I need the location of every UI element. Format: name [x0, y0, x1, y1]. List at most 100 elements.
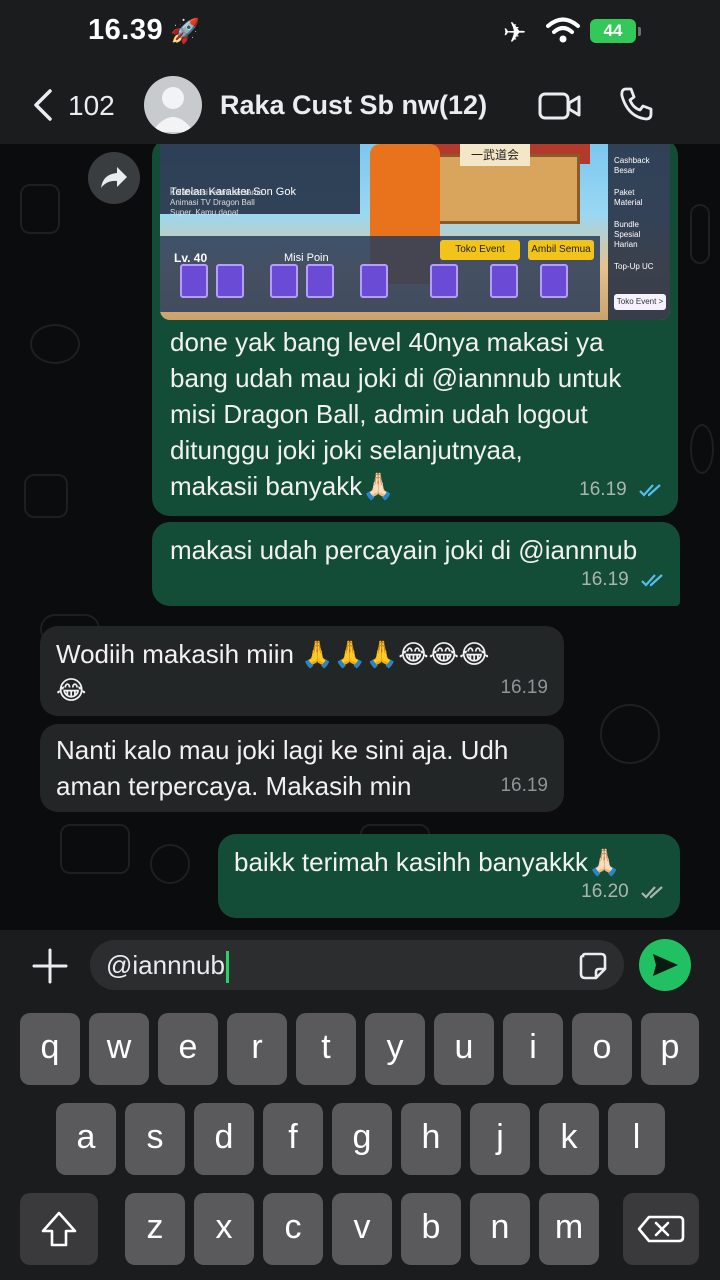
- video-call-icon[interactable]: [538, 91, 582, 121]
- game-toko-link: Toko Event >: [614, 294, 666, 310]
- wallpaper-doodle: [150, 844, 190, 884]
- key-k[interactable]: k: [539, 1103, 599, 1175]
- key-f[interactable]: f: [263, 1103, 323, 1175]
- message-line: makasii banyakk🙏🏻: [170, 471, 395, 501]
- key-n[interactable]: n: [470, 1193, 530, 1265]
- keyboard: q w e r t y u i o p a s d f g h j k l z …: [0, 1000, 720, 1280]
- message-time: 16.19: [500, 775, 548, 796]
- chat-area[interactable]: 一武道会 Tetelan Karakter Son Gok Kolaborasi…: [0, 144, 720, 930]
- key-o[interactable]: o: [572, 1013, 632, 1085]
- wallpaper-doodle: [24, 474, 68, 518]
- shared-image[interactable]: 一武道会 Tetelan Karakter Son Gok Kolaborasi…: [160, 144, 670, 320]
- composer-bar: @iannnub: [0, 930, 720, 1000]
- key-g[interactable]: g: [332, 1103, 392, 1175]
- backspace-key[interactable]: [623, 1193, 699, 1265]
- game-reward-item: [360, 264, 388, 298]
- unread-count: 102: [68, 90, 115, 121]
- message-text: Wodiih makasih miin 🙏🙏🙏😂😂😂 😂: [56, 636, 489, 708]
- rocket-icon: 🚀: [170, 18, 200, 45]
- message-line: bang udah mau joki di @iannnub untuk: [170, 363, 622, 393]
- message-line: Nanti kalo mau joki lagi ke sini aja. Ud…: [56, 735, 509, 765]
- wifi-icon: [546, 17, 580, 43]
- chat-header: 102 Raka Cust Sb nw(12): [0, 64, 720, 144]
- text-caret: [225, 951, 229, 984]
- message-line: Wodiih makasih miin 🙏🙏🙏😂😂😂: [56, 639, 490, 669]
- message-meta: 16.19: [581, 562, 666, 598]
- send-button[interactable]: [639, 939, 691, 991]
- message-bubble-incoming[interactable]: Nanti kalo mau joki lagi ke sini aja. Ud…: [40, 724, 564, 812]
- key-p[interactable]: p: [641, 1013, 699, 1085]
- message-input-value: @iannnub: [106, 950, 225, 980]
- key-j[interactable]: j: [470, 1103, 530, 1175]
- back-button[interactable]: 102: [30, 86, 140, 126]
- battery-tip: [638, 27, 641, 36]
- game-reward-item: [270, 264, 298, 298]
- message-text: done yak bang level 40nya makasi ya bang…: [170, 324, 621, 504]
- game-sign: 一武道会: [460, 144, 530, 166]
- battery-indicator: 44: [590, 19, 636, 43]
- key-q[interactable]: q: [20, 1013, 80, 1085]
- message-meta: 16.20: [581, 874, 666, 910]
- message-text: makasi udah percayain joki di @iannnub: [170, 532, 637, 568]
- chat-title[interactable]: Raka Cust Sb nw(12): [220, 90, 487, 121]
- message-bubble-outgoing[interactable]: makasi udah percayain joki di @iannnub 1…: [152, 522, 680, 606]
- game-side-item: Cashback Besar: [614, 156, 650, 175]
- key-d[interactable]: d: [194, 1103, 254, 1175]
- key-v[interactable]: v: [332, 1193, 392, 1265]
- default-avatar-icon: [152, 87, 194, 132]
- key-l[interactable]: l: [608, 1103, 665, 1175]
- avatar[interactable]: [144, 76, 202, 134]
- chevron-left-icon: [34, 89, 52, 121]
- plus-icon[interactable]: [32, 948, 68, 984]
- message-input-text: @iannnub: [106, 950, 229, 984]
- wallpaper-doodle: [600, 704, 660, 764]
- game-event-panel: Tetelan Karakter Son Gok Kolaborasi resm…: [160, 144, 360, 217]
- message-line: makasi udah percayain joki di @iannnub: [170, 535, 638, 565]
- key-e[interactable]: e: [158, 1013, 218, 1085]
- forward-button[interactable]: [88, 152, 140, 204]
- message-line: aman terpercaya. Makasih min: [56, 771, 412, 801]
- message-bubble-outgoing[interactable]: baikk terimah kasihh banyakkk🙏🏻 16.20: [218, 834, 680, 918]
- message-time: 16.20: [581, 881, 629, 902]
- backspace-icon: [637, 1215, 685, 1243]
- game-reward-item: [490, 264, 518, 298]
- key-a[interactable]: a: [56, 1103, 116, 1175]
- status-time: 16.39: [88, 14, 164, 46]
- key-u[interactable]: u: [434, 1013, 494, 1085]
- read-ticks-icon: [641, 574, 663, 587]
- key-r[interactable]: r: [227, 1013, 287, 1085]
- key-h[interactable]: h: [401, 1103, 461, 1175]
- key-x[interactable]: x: [194, 1193, 254, 1265]
- key-c[interactable]: c: [263, 1193, 323, 1265]
- message-line: misi Dragon Ball, admin udah logout: [170, 399, 588, 429]
- game-reward-item: [180, 264, 208, 298]
- message-bubble-incoming[interactable]: Wodiih makasih miin 🙏🙏🙏😂😂😂 😂 16.19: [40, 626, 564, 716]
- key-w[interactable]: w: [89, 1013, 149, 1085]
- phone-call-icon[interactable]: [618, 86, 654, 122]
- key-y[interactable]: y: [365, 1013, 425, 1085]
- key-i[interactable]: i: [503, 1013, 563, 1085]
- message-bubble-outgoing[interactable]: 一武道会 Tetelan Karakter Son Gok Kolaborasi…: [152, 144, 678, 516]
- key-b[interactable]: b: [401, 1193, 461, 1265]
- key-t[interactable]: t: [296, 1013, 356, 1085]
- game-toko-event-button: Toko Event: [440, 240, 520, 260]
- send-icon: [653, 954, 678, 976]
- key-m[interactable]: m: [539, 1193, 599, 1265]
- message-input[interactable]: @iannnub: [90, 940, 624, 990]
- key-z[interactable]: z: [125, 1193, 185, 1265]
- airplane-mode-icon: ✈: [503, 17, 527, 48]
- game-reward-item: [540, 264, 568, 298]
- game-side-item: Paket Material: [614, 188, 643, 207]
- key-s[interactable]: s: [125, 1103, 185, 1175]
- game-panel-subtitle: Kolaborasi resmi bersama Animasi TV Drag…: [170, 188, 263, 217]
- message-time: 16.19: [581, 569, 629, 590]
- sticker-icon[interactable]: [578, 951, 608, 981]
- message-time: 16.19: [500, 677, 548, 698]
- read-ticks-icon: [639, 484, 661, 497]
- message-line: baikk terimah kasihh banyakkk🙏🏻: [234, 847, 621, 877]
- game-reward-item: [430, 264, 458, 298]
- shift-key[interactable]: [20, 1193, 98, 1265]
- message-text: baikk terimah kasihh banyakkk🙏🏻: [234, 844, 620, 880]
- wallpaper-doodle: [30, 324, 80, 364]
- message-time: 16.19: [579, 479, 627, 500]
